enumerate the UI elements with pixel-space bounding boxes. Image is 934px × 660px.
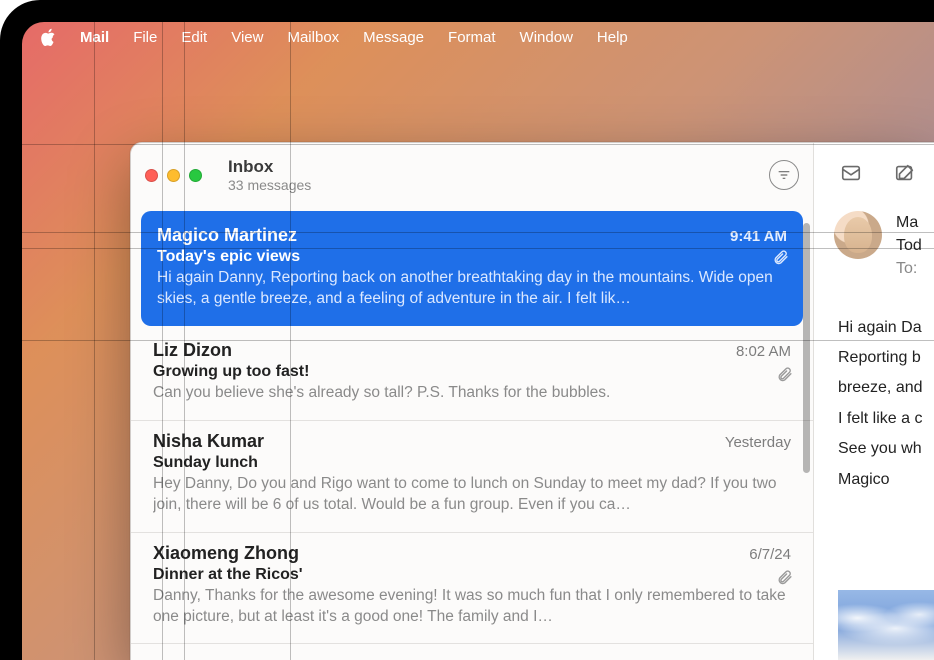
reading-subject: Tod [896,234,922,257]
message-row[interactable]: Xiaomeng Zhong 6/7/24 Dinner at the Rico… [131,533,813,645]
sender-avatar[interactable] [834,211,882,259]
attachment-icon [772,249,789,271]
reading-body: Hi again Da Reporting b breeze, and I fe… [814,293,934,495]
device-bezel: Mail File Edit View Mailbox Message Form… [0,0,934,660]
body-line: breeze, and [838,373,934,403]
attachment-preview-image[interactable] [838,590,934,660]
message-time: Yesterday [725,434,791,451]
menu-bar: Mail File Edit View Mailbox Message Form… [22,22,934,52]
app-menu[interactable]: Mail [80,29,109,46]
reading-pane: Ma Tod To: Hi again Da Reporting b breez… [813,143,934,660]
filter-button[interactable] [769,160,799,190]
archive-icon[interactable] [838,162,864,189]
message-time: 8:02 AM [736,343,791,360]
message-preview: Hey Danny, Do you and Rigo want to come … [153,474,791,516]
message-subject: Sunday lunch [153,454,791,472]
to-label: To: [896,260,917,277]
menu-file[interactable]: File [133,29,157,46]
menu-message[interactable]: Message [363,29,424,46]
reading-toolbar [814,143,934,207]
reading-header: Ma Tod To: [814,207,934,293]
message-list[interactable]: Magico Martinez 9:41 AM Today's epic vie… [131,207,813,660]
menu-mailbox[interactable]: Mailbox [287,29,339,46]
mailbox-title-group: Inbox 33 messages [228,157,311,193]
menu-window[interactable]: Window [520,29,573,46]
message-preview: Can you believe she's already so tall? P… [153,383,791,404]
reading-meta: Ma Tod To: [896,211,922,281]
filter-icon [776,167,792,183]
message-sender: Xiaomeng Zhong [153,543,299,564]
message-list-pane: Inbox 33 messages Magico Martinez 9:41 A… [131,143,813,660]
message-row[interactable]: Magico Martinez 9:41 AM Today's epic vie… [141,211,803,326]
close-window-button[interactable] [145,169,158,182]
zoom-window-button[interactable] [189,169,202,182]
mailbox-name: Inbox [228,157,311,177]
menu-view[interactable]: View [231,29,263,46]
message-row[interactable]: Liz Dizon 8:02 AM Growing up too fast! C… [131,330,813,421]
menu-edit[interactable]: Edit [181,29,207,46]
body-line: See you wh [838,434,934,464]
attachment-icon [776,366,793,388]
menu-format[interactable]: Format [448,29,496,46]
mail-window: Inbox 33 messages Magico Martinez 9:41 A… [130,142,934,660]
compose-icon[interactable] [892,162,918,189]
message-sender: Nisha Kumar [153,431,264,452]
message-preview: Danny, Thanks for the awesome evening! I… [153,586,791,628]
message-sender: Liz Dizon [153,340,232,361]
message-time: 9:41 AM [730,228,787,245]
apple-menu-icon[interactable] [40,28,56,46]
list-toolbar: Inbox 33 messages [131,143,813,207]
attachment-icon [776,569,793,591]
guide-line [94,22,95,660]
window-controls [145,169,202,182]
message-row[interactable]: Nisha Kumar Yesterday Sunday lunch Hey D… [131,421,813,533]
message-subject: Today's epic views [157,248,787,266]
menu-help[interactable]: Help [597,29,628,46]
body-line: Hi again Da [838,313,934,343]
body-line: I felt like a c [838,404,934,434]
message-time: 6/7/24 [749,546,791,563]
scrollbar-thumb[interactable] [803,223,810,473]
message-subject: Dinner at the Ricos' [153,566,791,584]
message-subject: Growing up too fast! [153,363,791,381]
desktop: Mail File Edit View Mailbox Message Form… [22,22,934,660]
body-line: Reporting b [838,343,934,373]
message-sender: Magico Martinez [157,225,297,246]
body-line: Magico [838,465,934,495]
mailbox-count: 33 messages [228,177,311,193]
message-preview: Hi again Danny, Reporting back on anothe… [157,268,787,310]
minimize-window-button[interactable] [167,169,180,182]
reading-from: Ma [896,211,922,234]
